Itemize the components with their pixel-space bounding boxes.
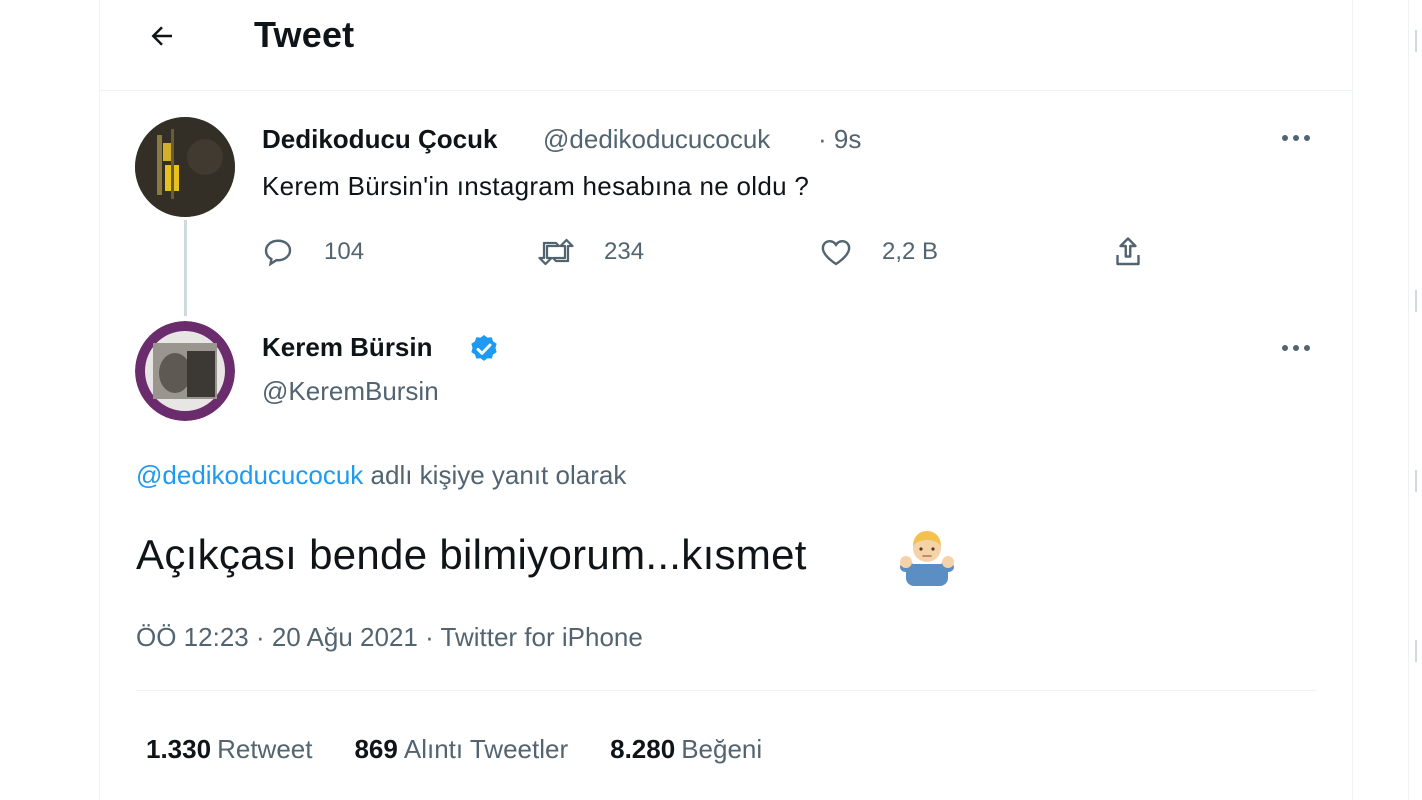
edge-mark — [1415, 290, 1417, 312]
like-button[interactable]: 2,2 B — [818, 232, 938, 272]
reply-icon — [264, 239, 292, 267]
page-title: Tweet — [254, 14, 355, 55]
stat-retweets[interactable]: 1.330 Retweet — [146, 734, 312, 765]
tweet-text: Açıkçası bende bilmiyorum...kısmet — [136, 531, 807, 578]
share-icon — [1116, 237, 1140, 266]
more-options-button[interactable] — [1273, 120, 1319, 156]
stat-count: 8.280 — [610, 734, 676, 764]
divider — [136, 690, 1316, 691]
thread-line — [184, 220, 187, 316]
author-handle[interactable]: @dedikoducucocuk — [543, 124, 770, 155]
tweet-stats: 1.330 Retweet 869 Alıntı Tweetler 8.280 Beğ… — [146, 734, 762, 765]
retweet-button[interactable]: 234 — [536, 232, 644, 272]
avatar-image — [135, 321, 235, 421]
stat-count: 1.330 — [146, 734, 212, 764]
tweet-column: Tweet Dedikoducu Çocuk @dedikoducucocuk … — [99, 0, 1353, 800]
mention-link[interactable]: @dedikoducucocuk — [136, 460, 363, 490]
edge-mark — [1415, 30, 1417, 52]
tweet-meta: ÖÖ 12:23 · 20 Ağu 2021 · Twitter for iPh… — [136, 622, 643, 653]
edge-mark — [1415, 470, 1417, 492]
edge-mark — [1415, 640, 1417, 662]
stat-label: Retweet — [217, 734, 313, 764]
stat-count: 869 — [354, 734, 398, 764]
avatar-image — [135, 117, 235, 217]
more-icon — [1282, 135, 1310, 141]
arrow-left-icon — [151, 26, 172, 46]
retweet-count: 234 — [604, 238, 645, 265]
tweet-source[interactable]: Twitter for iPhone — [441, 622, 643, 652]
verified-badge-icon — [471, 335, 497, 361]
right-sidebar-edge — [1408, 0, 1422, 800]
stat-likes[interactable]: 8.280 Beğeni — [610, 734, 762, 765]
retweet-icon — [538, 238, 574, 266]
reply-context-text: adlı kişiye yanıt olarak — [363, 460, 627, 490]
author-handle[interactable]: @KeremBursin — [262, 376, 439, 407]
tweet-time[interactable]: · 9s — [818, 124, 861, 155]
reply-context: @dedikoducucocuk adlı kişiye yanıt olara… — [136, 460, 626, 491]
heart-icon — [821, 239, 851, 266]
more-icon — [1282, 345, 1310, 351]
tweet-text: Kerem Bürsin'in ınstagram hesabına ne ol… — [262, 171, 810, 201]
page-header: Tweet — [100, 0, 1352, 91]
avatar[interactable] — [135, 321, 235, 421]
like-count: 2,2 B — [882, 238, 939, 265]
author-name[interactable]: Dedikoducu Çocuk — [262, 124, 497, 155]
back-button[interactable] — [140, 14, 184, 58]
reply-count: 104 — [324, 238, 365, 265]
author-name[interactable]: Kerem Bürsin — [262, 332, 433, 363]
person-shrugging-emoji-icon — [900, 531, 954, 586]
share-button[interactable] — [1110, 232, 1146, 272]
stat-label: Beğeni — [681, 734, 763, 764]
avatar[interactable] — [135, 117, 235, 217]
more-options-button[interactable] — [1273, 330, 1319, 366]
tweet-timestamp[interactable]: ÖÖ 12:23 · 20 Ağu 2021 · — [136, 622, 441, 652]
stat-quote-tweets[interactable]: 869 Alıntı Tweetler — [354, 734, 568, 765]
stat-label: Alıntı Tweetler — [403, 734, 569, 764]
reply-button[interactable]: 104 — [260, 232, 364, 272]
